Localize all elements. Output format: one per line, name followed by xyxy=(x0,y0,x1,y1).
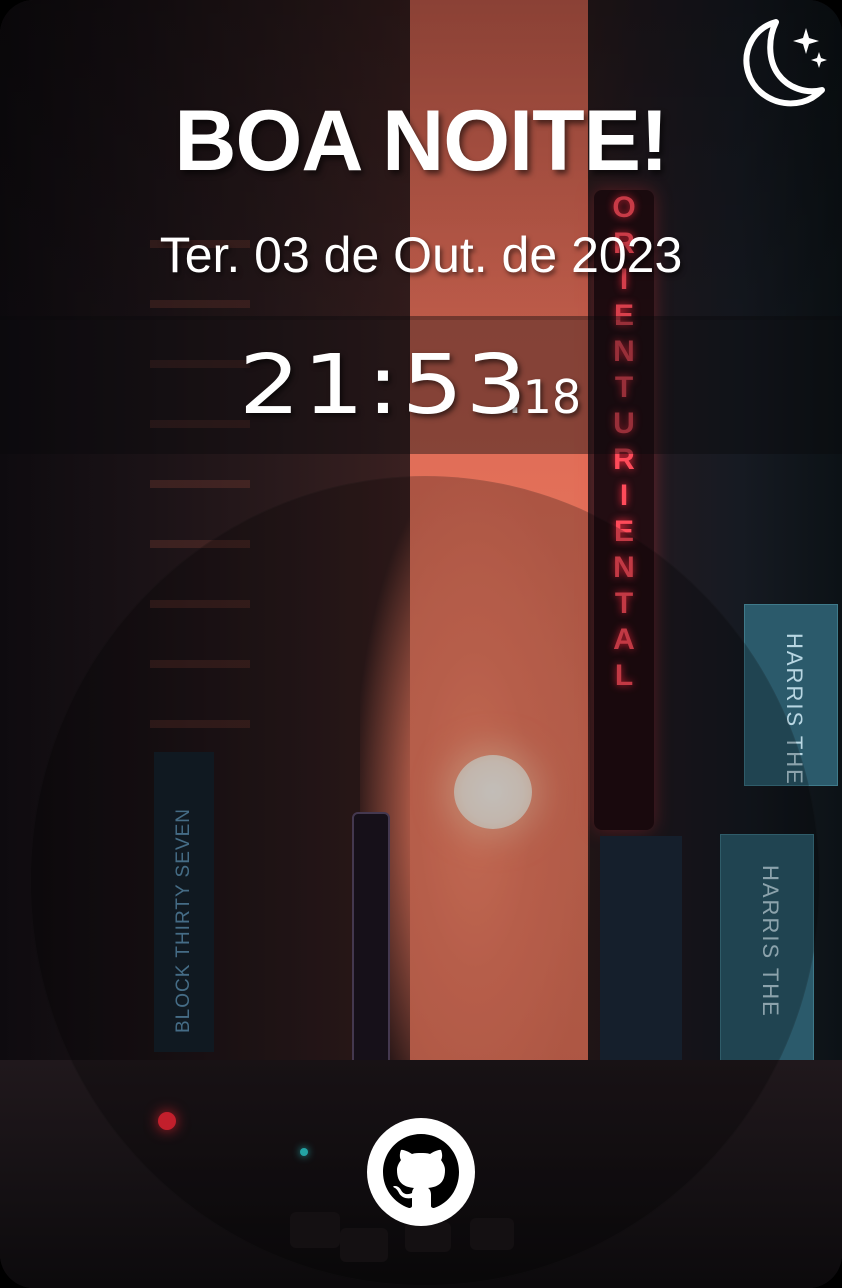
theme-toggle-button[interactable] xyxy=(736,14,828,110)
moon-stars-icon xyxy=(743,19,827,107)
github-link-button[interactable] xyxy=(365,1116,477,1228)
date-label: Ter. 03 de Out. de 2023 xyxy=(159,227,683,283)
digital-clock: 21:53:18 xyxy=(0,338,842,433)
clock-hours-minutes: 21:53 xyxy=(238,338,530,433)
app-screen: ORIENTURIENTAL BLOCK THIRTY SEVEN HARRIS… xyxy=(0,0,842,1288)
neon-sign-letter: I xyxy=(619,479,629,512)
github-icon xyxy=(367,1118,475,1226)
greeting-title: BOA NOITE! xyxy=(174,93,668,189)
